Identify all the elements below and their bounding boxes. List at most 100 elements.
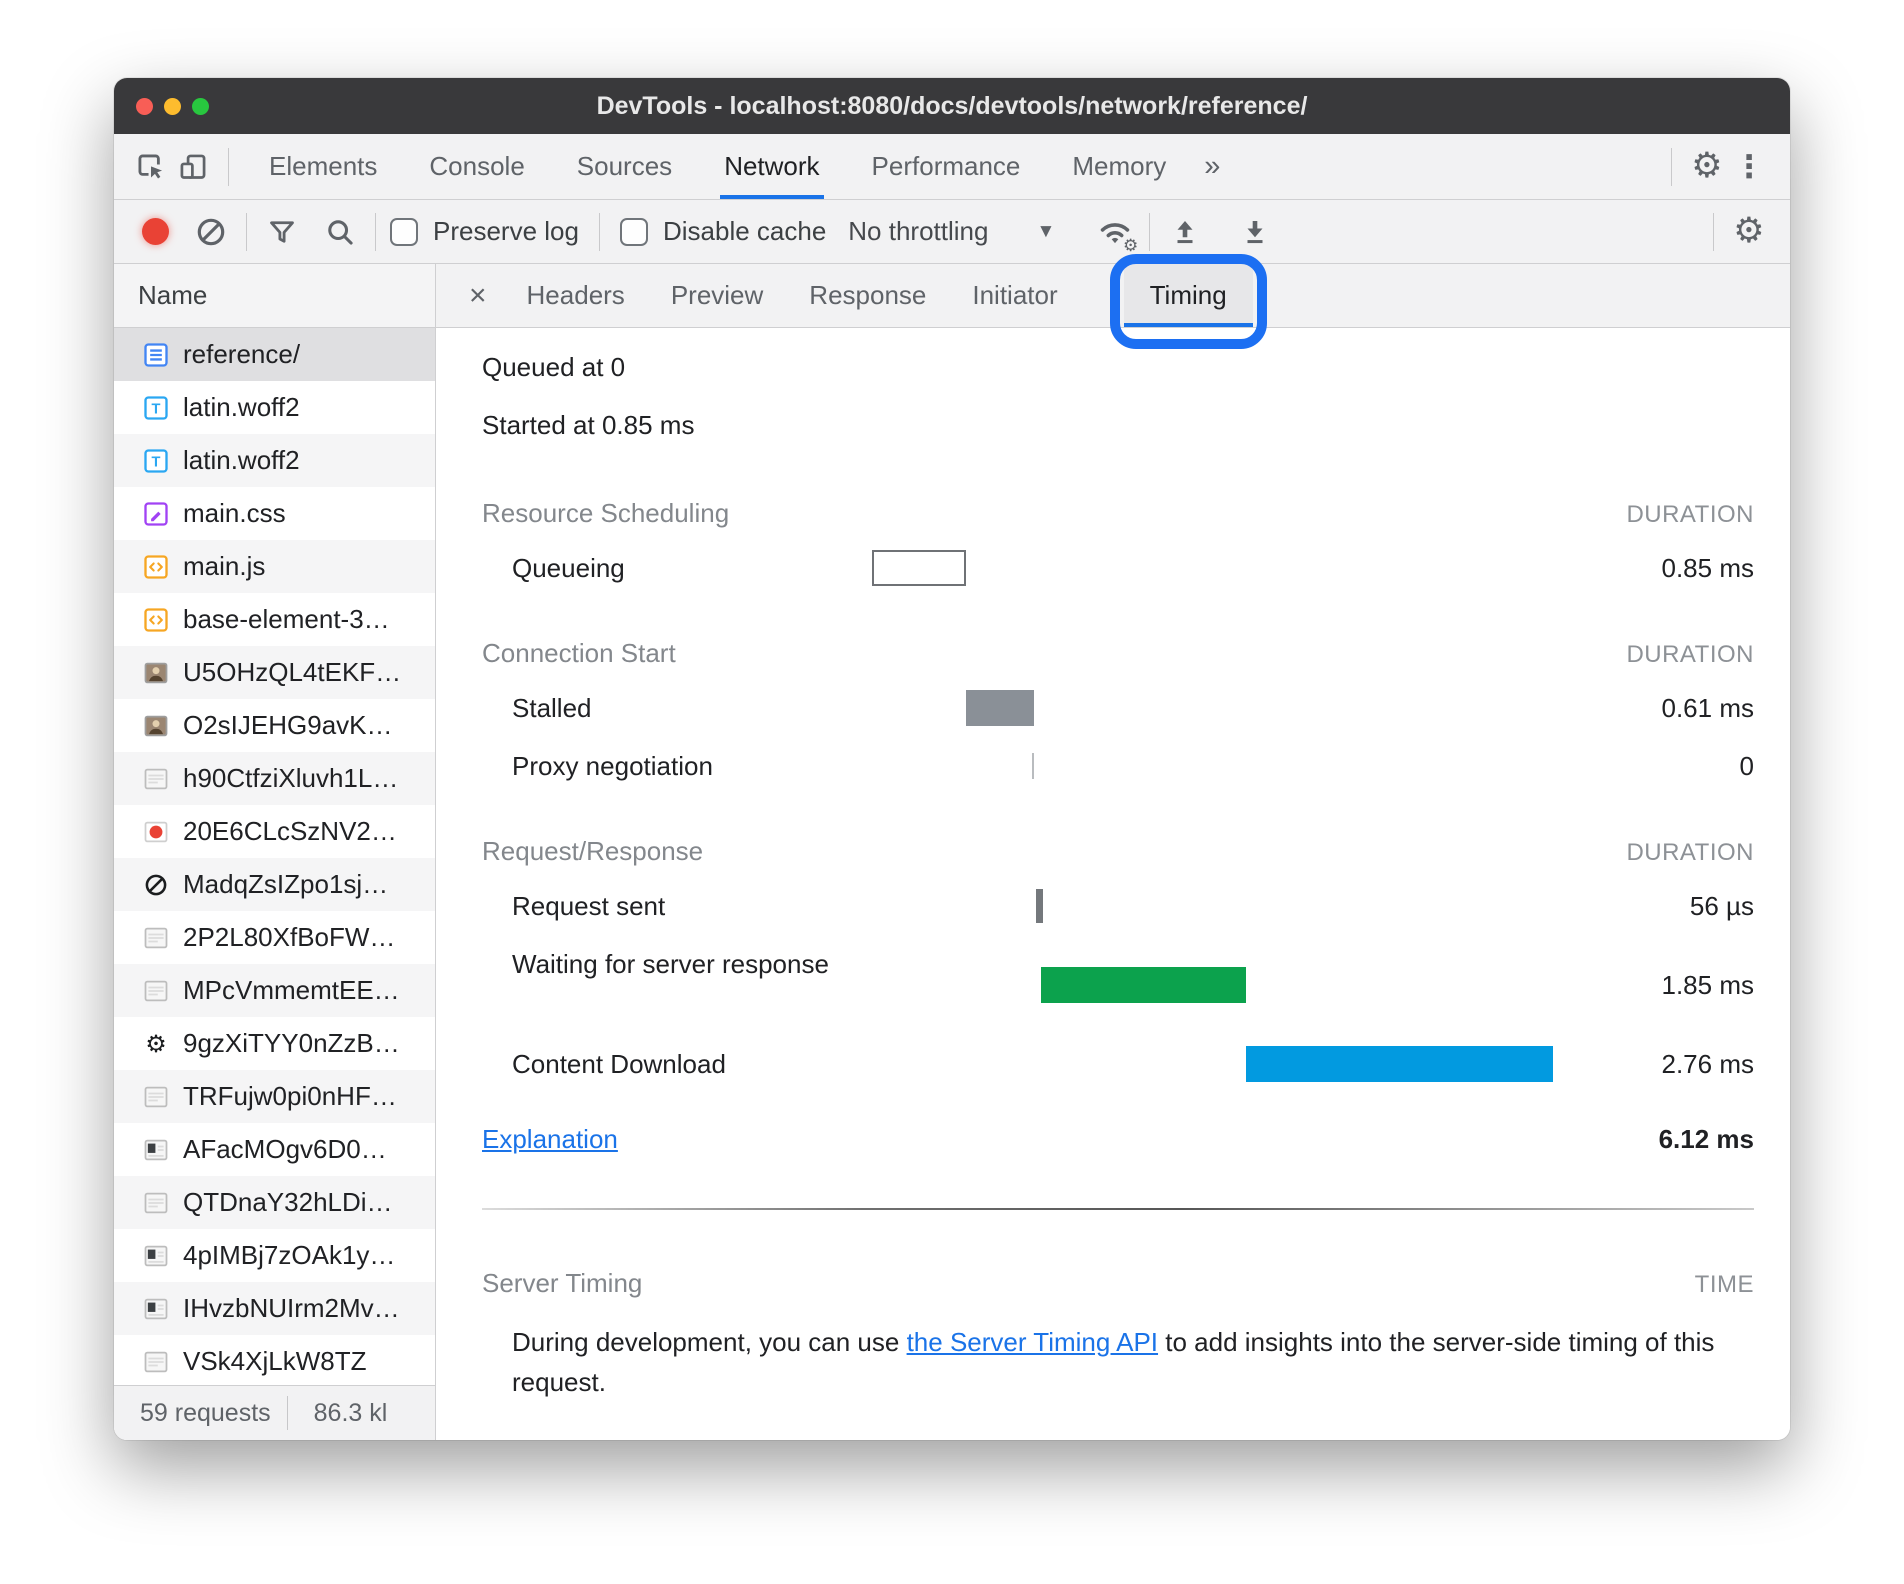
network-conditions-icon[interactable]: ⚙ (1095, 212, 1135, 252)
import-har-icon[interactable] (1164, 209, 1206, 255)
devtools-window: DevTools - localhost:8080/docs/devtools/… (114, 78, 1790, 1440)
request-name: main.js (183, 551, 265, 582)
export-har-icon[interactable] (1234, 209, 1276, 255)
tab-elements[interactable]: Elements (265, 134, 381, 199)
script-icon (142, 606, 170, 634)
request-name: main.css (183, 498, 286, 529)
record-button[interactable] (134, 209, 176, 255)
tab-memory[interactable]: Memory (1068, 134, 1170, 199)
phase-bar (966, 690, 1034, 726)
server-timing-header: Server Timing TIME (482, 1266, 1754, 1302)
explanation-link[interactable]: Explanation (482, 1122, 618, 1156)
throttling-value: No throttling (848, 216, 988, 247)
traffic-light-zoom[interactable] (192, 98, 209, 115)
timing-row: Proxy negotiation0 (482, 744, 1754, 788)
request-row[interactable]: 4pIMBj7zOAk1y… (114, 1229, 435, 1282)
timing-row: Queueing0.85 ms (482, 546, 1754, 590)
timing-section-header: Request/ResponseDURATION (482, 834, 1754, 870)
request-row[interactable]: ⚙9gzXiTYY0nZzB… (114, 1017, 435, 1070)
request-row[interactable]: AFacMOgv6D0… (114, 1123, 435, 1176)
request-name: 4pIMBj7zOAk1y… (183, 1240, 395, 1271)
close-details-icon[interactable]: × (469, 281, 487, 311)
request-row[interactable]: U5OHzQL4tEKF… (114, 646, 435, 699)
detail-tab-response[interactable]: Response (809, 264, 926, 327)
window-title: DevTools - localhost:8080/docs/devtools/… (114, 92, 1790, 121)
tab-network[interactable]: Network (720, 134, 823, 199)
main-tab-bar: Elements Console Sources Network Performance… (114, 134, 1790, 200)
request-row[interactable]: h90CtfziXluvh1L… (114, 752, 435, 805)
divider (1713, 213, 1714, 251)
details-pane: × HeadersPreviewResponseInitiatorTiming … (436, 264, 1790, 1440)
request-row[interactable]: base-element-3… (114, 593, 435, 646)
image-dark-icon (142, 1136, 170, 1164)
timing-row: Request sent56 µs (482, 884, 1754, 928)
disable-cache-toggle[interactable]: Disable cache (620, 216, 826, 247)
server-timing-api-link[interactable]: the Server Timing API (907, 1327, 1158, 1357)
name-column-header[interactable]: Name (114, 264, 435, 328)
image-dark-icon (142, 1242, 170, 1270)
request-name: U5OHzQL4tEKF… (183, 657, 401, 688)
request-name: 2P2L80XfBoFW… (183, 922, 395, 953)
detail-tab-timing[interactable]: Timing (1124, 264, 1253, 327)
svg-text:T: T (152, 454, 161, 470)
divider (599, 213, 600, 251)
request-row[interactable]: MadqZsIZpo1sj… (114, 858, 435, 911)
search-icon[interactable] (319, 209, 361, 255)
request-row[interactable]: IHvzbNUIrm2Mv… (114, 1282, 435, 1335)
started-at-text: Started at 0.85 ms (482, 408, 1754, 442)
detail-tab-preview[interactable]: Preview (671, 264, 763, 327)
stylesheet-icon (142, 500, 170, 528)
traffic-lights (114, 98, 209, 115)
kebab-menu-icon[interactable]: ⋮ (1728, 144, 1770, 190)
traffic-light-minimize[interactable] (164, 98, 181, 115)
detail-tab-initiator[interactable]: Initiator (972, 264, 1057, 327)
duration-column-header: DURATION (1626, 836, 1754, 870)
tab-sources[interactable]: Sources (573, 134, 676, 199)
request-row[interactable]: Tlatin.woff2 (114, 381, 435, 434)
request-row[interactable]: 20E6CLcSzNV2… (114, 805, 435, 858)
content-area: Name reference/Tlatin.woff2Tlatin.woff2 m… (114, 264, 1790, 1440)
preserve-log-toggle[interactable]: Preserve log (390, 216, 579, 247)
device-toolbar-icon[interactable] (172, 144, 214, 190)
request-row[interactable]: VSk4XjLkW8TZ (114, 1335, 435, 1385)
filter-icon[interactable] (261, 209, 303, 255)
disable-cache-checkbox[interactable] (620, 218, 648, 246)
request-row[interactable]: TRFujw0pi0nHF… (114, 1070, 435, 1123)
request-row[interactable]: reference/ (114, 328, 435, 381)
phase-label: Waiting for server response (512, 946, 832, 983)
explanation-row: Explanation 6.12 ms (482, 1122, 1754, 1156)
more-tabs-chevron-icon[interactable]: » (1200, 134, 1224, 199)
image-icon (142, 924, 170, 952)
timing-section-header: Connection Start DURATION (482, 636, 1754, 672)
tab-performance[interactable]: Performance (868, 134, 1025, 199)
phase-label: Request sent (512, 884, 665, 928)
request-row[interactable]: Tlatin.woff2 (114, 434, 435, 487)
image-icon (142, 1189, 170, 1217)
request-row[interactable]: MPcVmmemtEE… (114, 964, 435, 1017)
server-timing-description: During development, you can use the Serv… (512, 1322, 1762, 1402)
request-row[interactable]: main.css (114, 487, 435, 540)
network-settings-gear-icon[interactable]: ⚙ (1728, 209, 1770, 255)
clear-icon[interactable] (190, 209, 232, 255)
settings-gear-icon[interactable]: ⚙ (1686, 144, 1728, 190)
tab-console[interactable]: Console (425, 134, 528, 199)
phase-duration: 1.85 ms (1662, 942, 1755, 1028)
inspect-element-icon[interactable] (130, 144, 172, 190)
phase-label: Content Download (512, 1042, 726, 1086)
traffic-light-close[interactable] (136, 98, 153, 115)
request-row[interactable]: main.js (114, 540, 435, 593)
font-icon: T (142, 447, 170, 475)
duration-column-header: DURATION (1626, 638, 1754, 672)
section-title: Connection Start (482, 636, 676, 670)
preserve-log-checkbox[interactable] (390, 218, 418, 246)
screenshot-background: DevTools - localhost:8080/docs/devtools/… (0, 0, 1904, 1584)
requests-sidebar: Name reference/Tlatin.woff2Tlatin.woff2 m… (114, 264, 436, 1440)
font-icon: T (142, 394, 170, 422)
request-row[interactable]: 2P2L80XfBoFW… (114, 911, 435, 964)
request-row[interactable]: O2sIJEHG9avK… (114, 699, 435, 752)
throttling-select[interactable]: No throttling ▼ (848, 216, 1055, 247)
request-name: reference/ (183, 339, 300, 370)
queued-at-text: Queued at 0 (482, 350, 1754, 384)
detail-tab-headers[interactable]: Headers (527, 264, 625, 327)
request-row[interactable]: QTDnaY32hLDi… (114, 1176, 435, 1229)
